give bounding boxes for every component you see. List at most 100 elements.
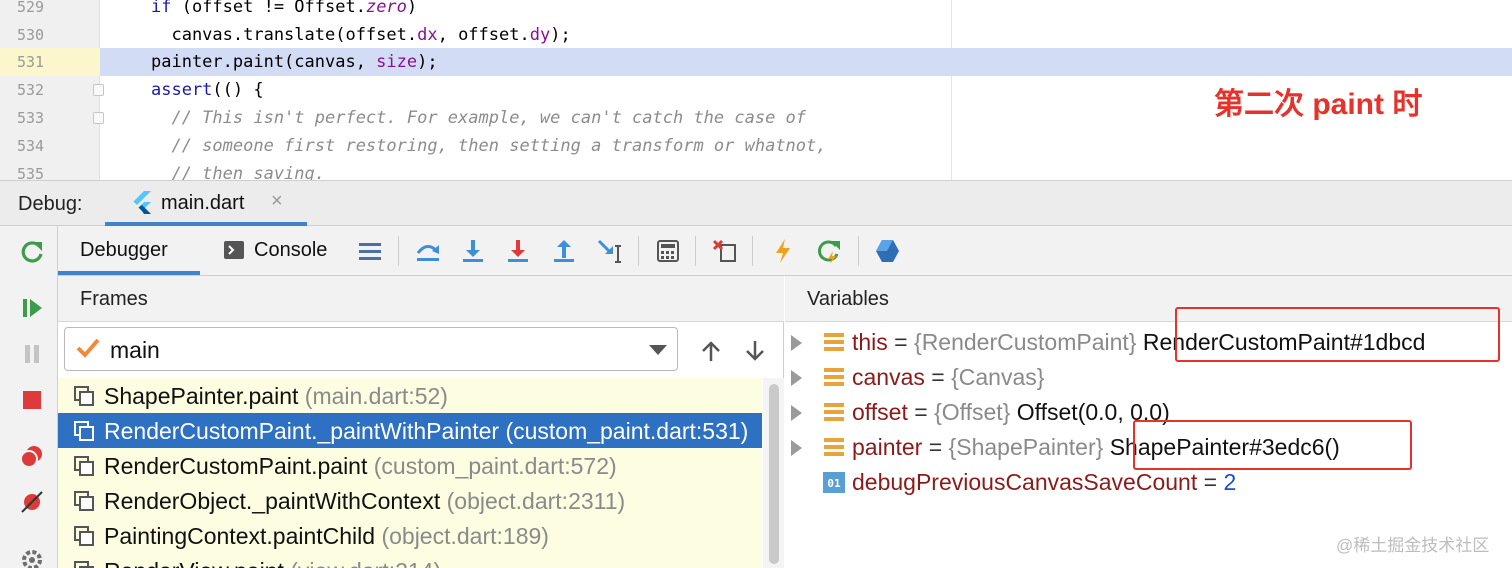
show-execution-point-icon[interactable]	[411, 234, 445, 268]
frame-row-selected[interactable]: RenderCustomPaint._paintWithPainter (cus…	[58, 413, 762, 448]
active-tab-indicator	[58, 271, 200, 275]
tab-main-dart[interactable]: main.dart ×	[105, 181, 307, 226]
field-icon	[824, 368, 844, 386]
pause-icon[interactable]	[14, 336, 50, 372]
variable-type: {Canvas}	[951, 364, 1045, 390]
step-into-icon[interactable]	[501, 234, 535, 268]
toolbar-separator	[858, 236, 859, 266]
frame-method: RenderView.paint	[104, 558, 284, 568]
rerun-icon[interactable]	[14, 234, 50, 270]
resume-icon[interactable]	[14, 290, 50, 326]
stack-frame-icon	[74, 561, 94, 568]
evaluate-expression-icon[interactable]	[651, 234, 685, 268]
scrollbar-thumb[interactable]	[769, 384, 779, 564]
frame-location: (object.dart:189)	[381, 523, 549, 549]
equals-sign: =	[924, 364, 952, 390]
thread-name: main	[110, 337, 160, 363]
frame-row[interactable]: RenderCustomPaint.paint (custom_paint.da…	[58, 448, 762, 483]
tab-debugger[interactable]: Debugger	[58, 226, 200, 275]
variables-panel: Variables this = {RenderCustomPaint} Ren…	[785, 276, 1512, 568]
check-icon	[75, 336, 101, 365]
debug-left-toolbar	[0, 226, 58, 568]
drop-frame-icon[interactable]	[708, 234, 742, 268]
frames-title: Frames	[80, 288, 148, 310]
view-breakpoints-icon[interactable]	[14, 438, 50, 474]
step-out-icon[interactable]	[547, 234, 581, 268]
run-to-cursor-icon[interactable]	[593, 234, 627, 268]
code-text: assert(() {	[151, 80, 264, 100]
frame-row[interactable]: RenderObject._paintWithContext (object.d…	[58, 483, 762, 518]
svg-text:01: 01	[827, 477, 841, 490]
previous-frame-button[interactable]	[694, 334, 728, 368]
field-icon	[824, 438, 844, 456]
stack-frame-icon	[74, 421, 94, 441]
stop-icon[interactable]	[14, 382, 50, 418]
toolbar-separator	[638, 236, 639, 266]
equals-sign: =	[1197, 469, 1224, 495]
next-frame-button[interactable]	[738, 334, 772, 368]
expand-arrow-icon[interactable]	[791, 370, 802, 386]
line-number: 529	[17, 0, 45, 16]
code-text: canvas.translate(offset.dx, offset.dy);	[151, 25, 571, 45]
frame-row[interactable]: RenderView.paint (view.dart:214)	[58, 553, 762, 568]
field-icon	[824, 333, 844, 351]
frame-location: (custom_paint.dart:572)	[373, 453, 617, 479]
code-text: // then saving.	[151, 164, 325, 180]
frame-row[interactable]: PaintingContext.paintChild (object.dart:…	[58, 518, 762, 553]
frame-method: RenderCustomPaint.paint	[104, 453, 368, 479]
settings-icon[interactable]	[14, 542, 50, 568]
mute-breakpoints-icon[interactable]	[14, 484, 50, 520]
code-line[interactable]: 530 canvas.translate(offset.dx, offset.d…	[0, 21, 1512, 49]
expand-arrow-icon[interactable]	[791, 405, 802, 421]
highlight-box-this-value	[1175, 307, 1500, 362]
tab-label: Console	[254, 239, 328, 261]
code-text: if (offset != Offset.zero)	[151, 0, 418, 17]
variable-name: this	[852, 329, 888, 355]
expand-arrow-icon[interactable]	[791, 335, 802, 351]
variable-name: canvas	[852, 364, 925, 390]
layout-icon[interactable]	[353, 234, 387, 268]
stack-frame-icon	[74, 526, 94, 546]
frame-location: (view.dart:214)	[290, 558, 441, 568]
expand-arrow-icon[interactable]	[791, 440, 802, 456]
frames-header: Frames	[58, 276, 784, 322]
frame-method: RenderObject._paintWithContext	[104, 488, 441, 514]
code-line-current[interactable]: 531 painter.paint(canvas, size);	[0, 48, 1512, 76]
variable-name: offset	[852, 399, 908, 425]
variable-value: 2	[1223, 469, 1237, 495]
code-line[interactable]: 529 if (offset != Offset.zero)	[0, 0, 1512, 21]
thread-selector[interactable]: main	[64, 327, 678, 371]
frames-panel: Frames main ShapePainter.paint (main.dar…	[58, 276, 784, 568]
tab-console[interactable]: Console	[218, 226, 348, 275]
dart-devtools-icon[interactable]	[870, 234, 904, 268]
close-icon[interactable]: ×	[271, 190, 283, 213]
chevron-down-icon	[649, 345, 667, 355]
fold-marker-icon[interactable]	[93, 84, 104, 96]
code-editor[interactable]: 529 if (offset != Offset.zero) 530 canva…	[0, 0, 1512, 180]
debugger-toolbar: Debugger Console	[58, 226, 1512, 276]
line-number: 530	[17, 26, 45, 44]
variable-type: {Offset}	[934, 399, 1011, 425]
code-line[interactable]: 535 // then saving.	[0, 160, 1512, 180]
step-over-icon[interactable]	[456, 234, 490, 268]
code-line[interactable]: 534 // someone first restoring, then set…	[0, 132, 1512, 160]
line-number: 532	[17, 81, 45, 99]
equals-sign: =	[887, 329, 915, 355]
hot-reload-icon[interactable]	[766, 234, 800, 268]
line-number: 534	[17, 137, 45, 155]
variable-row-canvas[interactable]: canvas = {Canvas}	[785, 360, 1512, 395]
line-number: 535	[17, 165, 45, 180]
watermark: @稀土掘金技术社区	[1336, 536, 1490, 555]
frame-row[interactable]: ShapePainter.paint (main.dart:52)	[58, 378, 762, 413]
highlight-box-painter-value	[1133, 420, 1412, 470]
frames-scrollbar[interactable]	[763, 378, 784, 568]
toolbar-separator	[398, 236, 399, 266]
hot-restart-icon[interactable]	[812, 234, 846, 268]
equals-sign: =	[922, 434, 949, 460]
variable-type: {ShapePainter}	[948, 434, 1104, 460]
stack-frame-icon	[74, 491, 94, 511]
debug-title: Debug:	[18, 193, 83, 215]
fold-marker-icon[interactable]	[93, 112, 104, 124]
variable-row-debug-save-count[interactable]: 01 debugPreviousCanvasSaveCount = 2	[785, 465, 1512, 500]
equals-sign: =	[907, 399, 935, 425]
